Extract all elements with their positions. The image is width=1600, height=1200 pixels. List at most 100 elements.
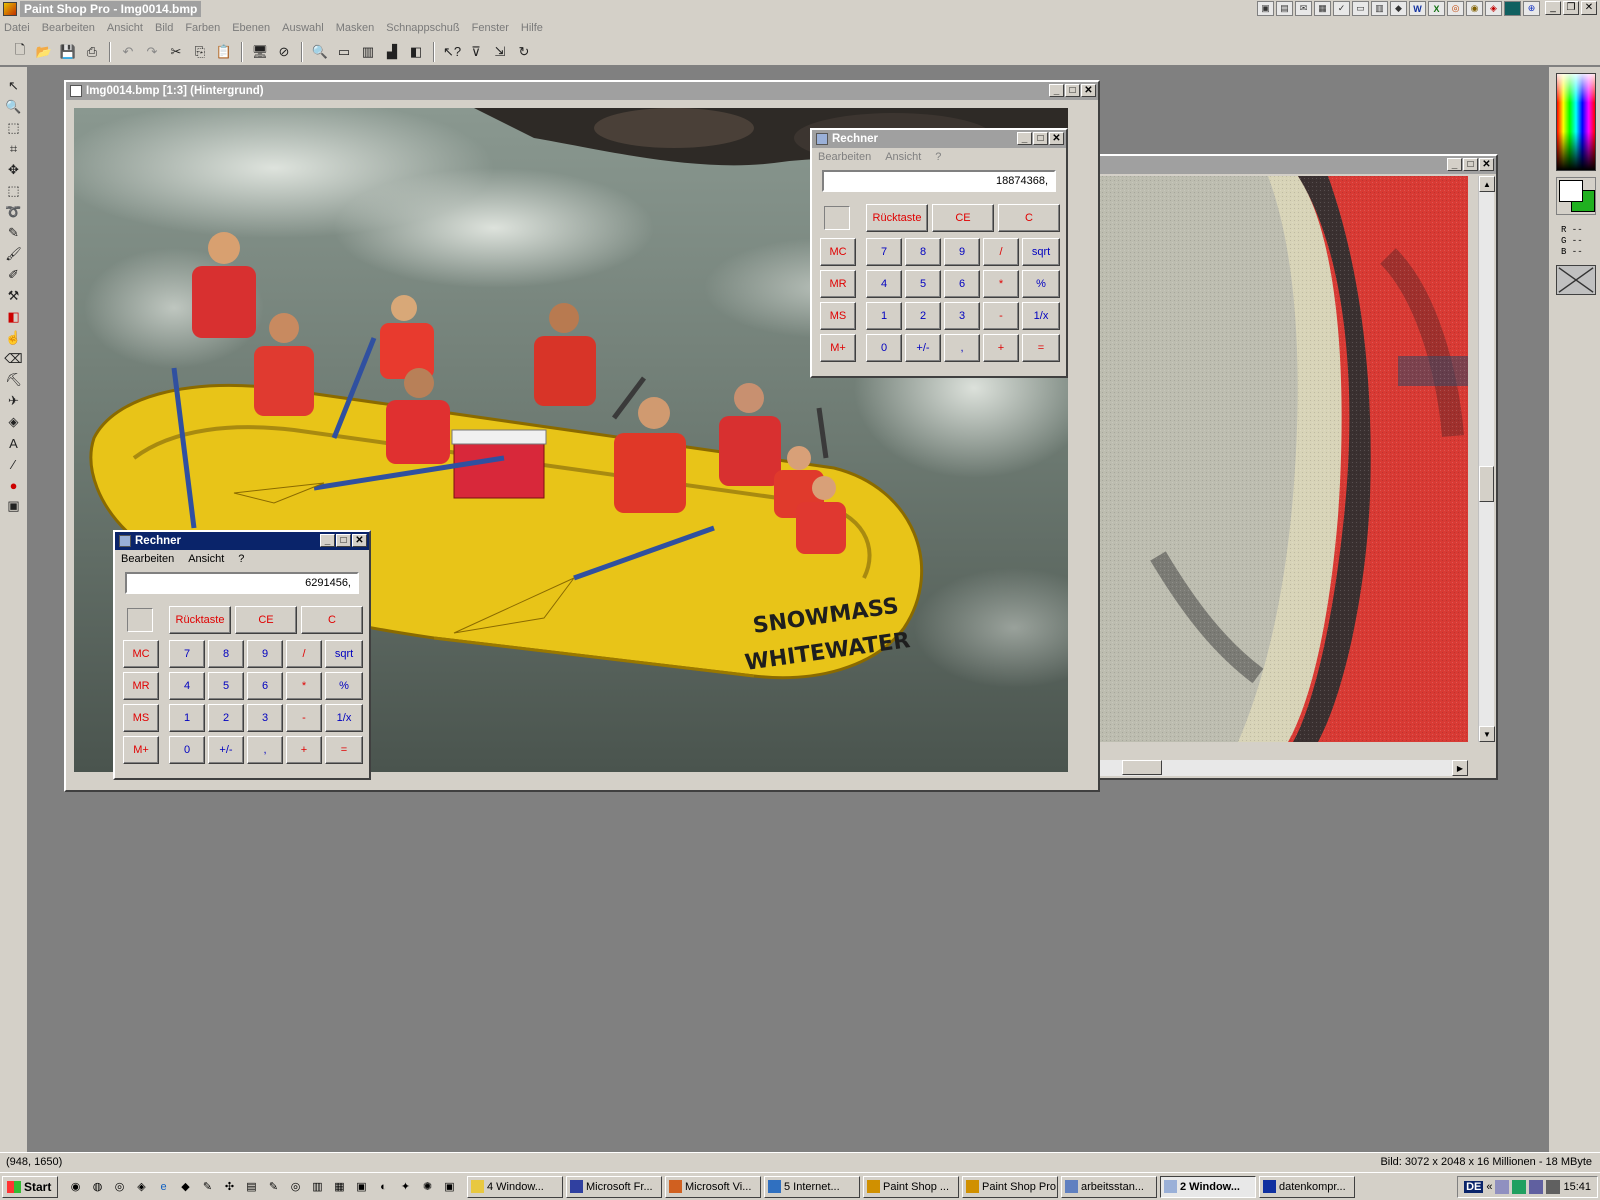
clone-tool-icon[interactable]: ✐ [3,266,25,284]
redo-icon[interactable]: ↷ [142,42,162,62]
multiply-button[interactable]: * [286,672,322,700]
add-button[interactable]: + [983,334,1019,362]
menu-help[interactable]: ? [238,553,244,565]
backspace-button[interactable]: Rücktaste [866,204,928,232]
multiply-button[interactable]: * [983,270,1019,298]
task-button[interactable]: Paint Shop Pro [962,1175,1058,1198]
key-7[interactable]: 7 [866,238,902,266]
menu-schnappschuss[interactable]: Schnappschuß [386,22,459,34]
eraser-tool-icon[interactable]: ⌫ [3,350,25,368]
close-icon[interactable]: ✕ [352,534,367,547]
minimize-icon[interactable]: _ [1049,84,1064,97]
menu-bild[interactable]: Bild [155,22,173,34]
key-7[interactable]: 7 [169,640,205,668]
key-4[interactable]: 4 [169,672,205,700]
subtract-button[interactable]: - [983,302,1019,330]
menu-farben[interactable]: Farben [185,22,220,34]
screen-capture-icon[interactable]: 🖥 [250,42,270,62]
menu-ansicht[interactable]: Ansicht [885,151,921,163]
quicklaunch-icon[interactable]: ✦ [396,1177,415,1196]
dropper-tool-icon[interactable]: ✎ [3,224,25,242]
menu-bearbeiten[interactable]: Bearbeiten [818,151,871,163]
airbrush-tool-icon[interactable]: ✈ [3,392,25,410]
equals-button[interactable]: = [1022,334,1060,362]
quicklaunch-icon[interactable]: ✺ [418,1177,437,1196]
subtract-button[interactable]: - [286,704,322,732]
paste-icon[interactable]: 📋 [214,42,234,62]
close-icon[interactable]: ✕ [1479,158,1494,171]
key-5[interactable]: 5 [905,270,941,298]
quicklaunch-icon[interactable]: ◈ [132,1177,151,1196]
task-button[interactable]: datenkompr... [1259,1175,1355,1198]
quicklaunch-icon[interactable]: ◉ [66,1177,85,1196]
clear-button[interactable]: C [301,606,363,634]
zoom-vertical-scrollbar[interactable]: ▲ ▼ [1478,176,1495,742]
maximize-icon[interactable]: □ [1033,132,1048,145]
layers-icon[interactable]: ◧ [406,42,426,62]
foreground-color[interactable] [1559,180,1583,202]
sign-button[interactable]: +/- [905,334,941,362]
shortcut-icon[interactable]: ◉ [1466,1,1483,16]
mc-button[interactable]: MC [820,238,856,266]
start-button[interactable]: Start [2,1175,58,1198]
minimize-icon[interactable]: _ [1447,158,1462,171]
shortcut-icon[interactable]: ◈ [1485,1,1502,16]
quicklaunch-icon[interactable]: ▥ [308,1177,327,1196]
rotate-icon[interactable]: ↻ [514,42,534,62]
selection-tool-icon[interactable]: ⬚ [3,182,25,200]
task-button[interactable]: arbeitsstan... [1061,1175,1157,1198]
mr-button[interactable]: MR [123,672,159,700]
ce-button[interactable]: CE [932,204,994,232]
key-1[interactable]: 1 [866,302,902,330]
close-icon[interactable]: ✕ [1581,1,1597,15]
sqrt-button[interactable]: sqrt [1022,238,1060,266]
mplus-button[interactable]: M+ [820,334,856,362]
sqrt-button[interactable]: sqrt [325,640,363,668]
paintbrush-tool-icon[interactable]: 🖌 [3,245,25,263]
tray-expand-icon[interactable]: « [1486,1181,1492,1193]
zoomed-image-canvas[interactable] [1098,176,1468,742]
divide-button[interactable]: / [983,238,1019,266]
clear-button[interactable]: C [998,204,1060,232]
key-9[interactable]: 9 [247,640,283,668]
key-3[interactable]: 3 [247,704,283,732]
shortcut-icon[interactable] [1504,1,1521,16]
text-tool-icon[interactable]: A [3,434,25,452]
menu-help[interactable]: ? [935,151,941,163]
copy-icon[interactable]: ⎘ [190,42,210,62]
preset-shapes-icon[interactable]: ● [3,476,25,494]
tray-icon[interactable] [1529,1180,1544,1194]
toolbar-toggle-icon[interactable]: ▭ [334,42,354,62]
divide-button[interactable]: / [286,640,322,668]
vertical-scroll-thumb[interactable] [1479,466,1494,502]
add-button[interactable]: + [286,736,322,764]
key-2[interactable]: 2 [208,704,244,732]
shortcut-icon[interactable]: ◎ [1447,1,1464,16]
close-icon[interactable]: ✕ [1049,132,1064,145]
menu-bearbeiten[interactable]: Bearbeiten [121,553,174,565]
object-selector-icon[interactable]: ▣ [3,497,25,515]
print-icon[interactable]: ⎙ [82,42,102,62]
quicklaunch-icon[interactable]: ✎ [198,1177,217,1196]
open-folder-icon[interactable]: 📂 [34,42,54,62]
save-icon[interactable]: 💾 [58,42,78,62]
maximize-icon[interactable]: □ [336,534,351,547]
reciprocal-button[interactable]: 1/x [325,704,363,732]
picture-tube-icon[interactable]: ⛏ [3,371,25,389]
fg-bg-color-swatches[interactable] [1556,177,1596,215]
key-9[interactable]: 9 [944,238,980,266]
word-icon[interactable]: W [1409,1,1426,16]
key-4[interactable]: 4 [866,270,902,298]
percent-button[interactable]: % [325,672,363,700]
quicklaunch-icon[interactable]: ▤ [242,1177,261,1196]
shortcut-icon[interactable]: ⊕ [1523,1,1540,16]
browse-icon[interactable]: ⊘ [274,42,294,62]
zoom-preview-icon[interactable]: 🔍 [310,42,330,62]
key-0[interactable]: 0 [866,334,902,362]
excel-icon[interactable]: X [1428,1,1445,16]
color-palette[interactable] [1556,73,1596,171]
ms-button[interactable]: MS [820,302,856,330]
arrow-tool-icon[interactable]: ↖ [3,77,25,95]
task-button[interactable]: Microsoft Vi... [665,1175,761,1198]
percent-button[interactable]: % [1022,270,1060,298]
